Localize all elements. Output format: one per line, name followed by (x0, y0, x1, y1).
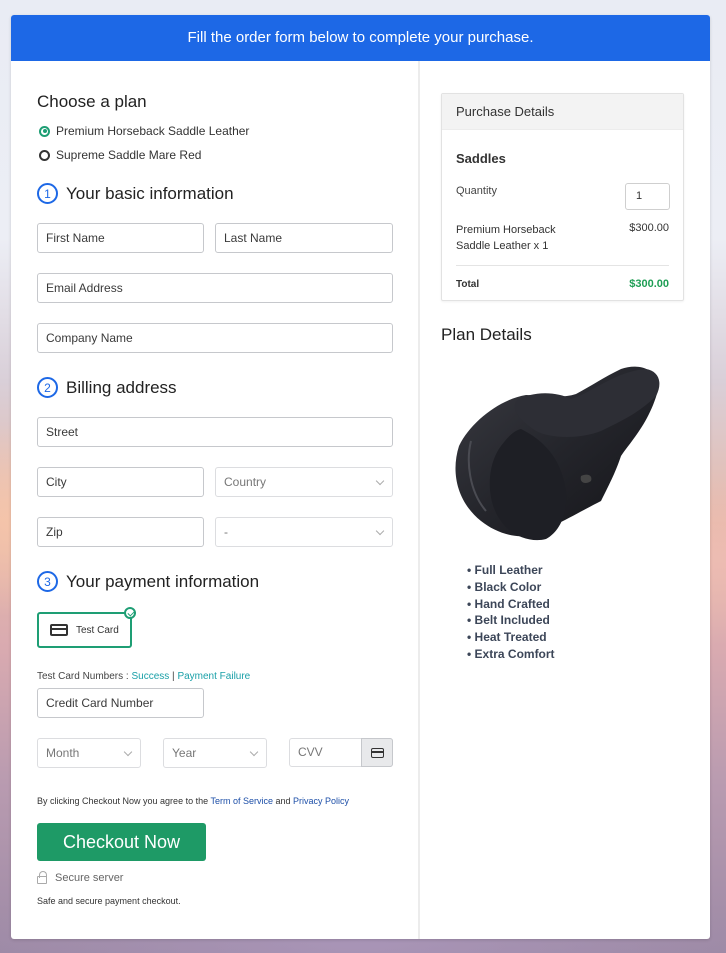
year-select-value: Year (172, 746, 197, 760)
street-input[interactable]: Street (37, 417, 393, 447)
credit-card-icon (370, 747, 384, 758)
city-input[interactable]: City (37, 467, 204, 497)
plan-details-title: Plan Details (441, 325, 532, 344)
year-select[interactable]: Year (163, 738, 267, 768)
credit-card-icon (50, 624, 68, 636)
choose-plan-title: Choose a plan (37, 92, 147, 111)
feature-list: Full Leather Black Color Hand Crafted Be… (467, 562, 555, 663)
test-card-label: Test Card (76, 624, 119, 636)
test-card-option[interactable]: Test Card (37, 607, 136, 648)
success-link[interactable]: Success (131, 671, 169, 682)
chevron-down-icon (249, 747, 259, 757)
payment-failure-link[interactable]: Payment Failure (177, 671, 250, 682)
radio-unselected-icon[interactable] (39, 149, 50, 161)
card-number-input[interactable]: Credit Card Number (37, 688, 204, 718)
privacy-link[interactable]: Privacy Policy (293, 796, 349, 806)
line-item-price: $300.00 (629, 222, 669, 234)
step-2-icon: 2 (37, 377, 58, 398)
chevron-down-icon (375, 526, 385, 536)
purchase-details-title: Purchase Details (442, 94, 683, 130)
column-divider (418, 61, 420, 939)
step-3-icon: 3 (37, 571, 58, 592)
agreement-text: By clicking Checkout Now you agree to th… (37, 796, 349, 806)
agreement-and: and (272, 796, 293, 806)
feature-item: Belt Included (467, 612, 555, 629)
total-value: $300.00 (629, 278, 669, 290)
radio-selected-icon[interactable] (39, 125, 50, 137)
step-1-icon: 1 (37, 183, 58, 204)
check-circle-icon (124, 607, 136, 619)
chevron-down-icon (123, 747, 133, 757)
plan-option-premium[interactable]: Premium Horseback Saddle Leather (39, 124, 249, 138)
company-input[interactable]: Company Name (37, 323, 393, 353)
zip-input[interactable]: Zip (37, 517, 204, 547)
payment-title: Your payment information (66, 571, 260, 591)
line-item-name: Premium Horseback Saddle Leather x 1 (456, 224, 556, 252)
cvv-help-button[interactable] (361, 738, 393, 767)
country-select-value: Country (224, 475, 267, 489)
feature-item: Full Leather (467, 562, 555, 579)
secure-server: Secure server (37, 871, 124, 884)
state-select[interactable]: - (215, 517, 393, 547)
feature-item: Black Color (467, 579, 555, 596)
cvv-input[interactable]: CVV (289, 738, 393, 767)
summary-divider (456, 265, 669, 266)
billing-heading: 2 Billing address (37, 377, 177, 398)
state-select-value: - (224, 525, 228, 539)
test-card-numbers: Test Card Numbers : Success | Payment Fa… (37, 671, 250, 682)
country-select[interactable]: Country (215, 467, 393, 497)
quantity-label: Quantity (456, 185, 497, 197)
safe-checkout-text: Safe and secure payment checkout. (37, 896, 181, 906)
basic-info-heading: 1 Your basic information (37, 183, 234, 204)
plan-option-label: Premium Horseback Saddle Leather (56, 124, 250, 138)
secure-server-label: Secure server (55, 872, 124, 884)
cvv-placeholder: CVV (298, 745, 323, 759)
saddle-image (455, 366, 660, 541)
checkout-card: Fill the order form below to complete yo… (11, 15, 710, 939)
header-banner: Fill the order form below to complete yo… (11, 15, 710, 61)
quantity-input[interactable]: 1 (625, 183, 670, 210)
payment-heading: 3 Your payment information (37, 571, 259, 592)
chevron-down-icon (375, 476, 385, 486)
billing-title: Billing address (66, 377, 177, 397)
lock-icon (37, 871, 47, 884)
product-name: Saddles (456, 151, 506, 166)
month-select[interactable]: Month (37, 738, 141, 768)
terms-link[interactable]: Term of Service (210, 796, 273, 806)
test-numbers-label: Test Card Numbers : (37, 671, 132, 682)
plan-option-label: Supreme Saddle Mare Red (56, 148, 202, 162)
feature-item: Hand Crafted (467, 596, 555, 613)
first-name-input[interactable]: First Name (37, 223, 204, 253)
feature-item: Extra Comfort (467, 646, 555, 663)
checkout-button[interactable]: Checkout Now (37, 823, 206, 861)
purchase-details-box: Purchase Details Saddles Quantity 1 Prem… (441, 93, 684, 301)
basic-info-title: Your basic information (66, 183, 234, 203)
agreement-prefix: By clicking Checkout Now you agree to th… (37, 796, 211, 806)
total-label: Total (456, 279, 480, 290)
feature-item: Heat Treated (467, 629, 555, 646)
month-select-value: Month (46, 746, 80, 760)
plan-option-supreme[interactable]: Supreme Saddle Mare Red (39, 148, 201, 162)
last-name-input[interactable]: Last Name (215, 223, 393, 253)
email-input[interactable]: Email Address (37, 273, 393, 303)
